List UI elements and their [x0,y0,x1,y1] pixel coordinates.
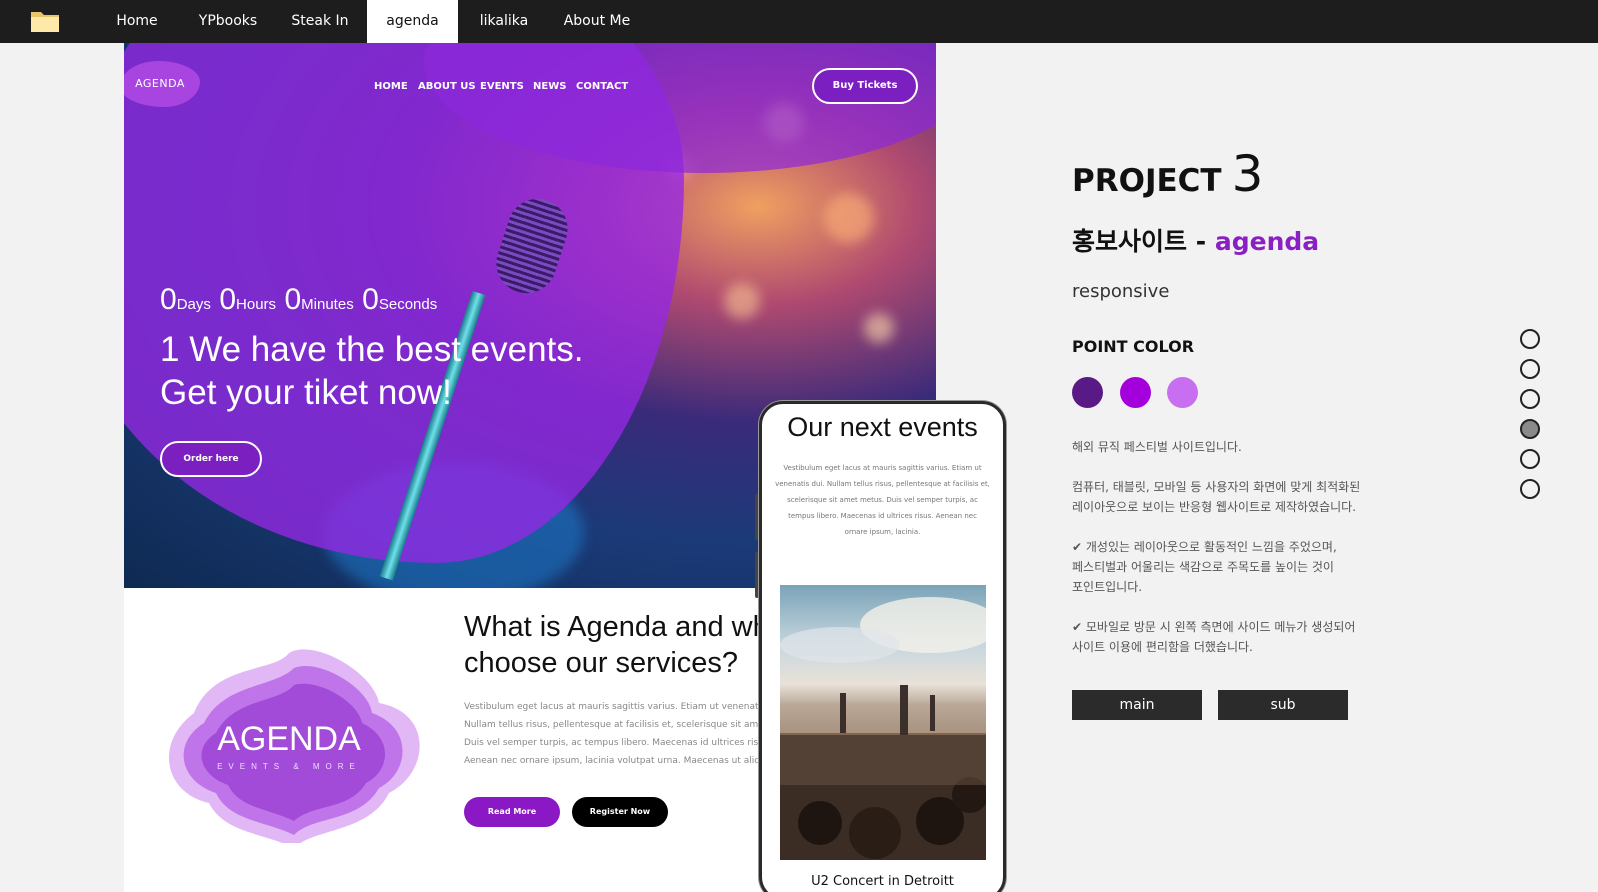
nav-agenda[interactable]: agenda [367,0,458,43]
mobile-body: Vestibulum eget lacus at mauris sagittis… [772,460,993,540]
project-type: responsive [1072,281,1170,302]
desk-menu-events[interactable]: EVENTS [480,81,524,92]
hero-headline-line-2: Get your tiket now! [160,373,452,412]
mobile-body-line: ornare ipsum, lacinia. [844,528,921,536]
countdown-seconds-value: 0 [362,283,379,316]
main-button[interactable]: main [1072,690,1202,720]
color-swatch-light-purple [1167,377,1198,408]
countdown-days-label: Days [176,296,211,313]
sub-button[interactable]: sub [1218,690,1348,720]
countdown: 0Days 0Hours 0Minutes 0Seconds [160,283,441,317]
mobile-body-line: scelerisque sit amet metus. Duis vel sem… [787,496,978,504]
about-logo-text: AGENDA [217,720,361,758]
desc-line: ✔ 모바일로 방문 시 왼쪽 측면에 사이드 메뉴가 생성되어 [1072,620,1356,634]
countdown-days-value: 0 [160,283,177,316]
desk-menu-news[interactable]: NEWS [533,81,566,92]
nav-steak-in[interactable]: Steak In [278,0,362,43]
desc-layout-point: ✔ 개성있는 레이아웃으로 활동적인 느낌을 주었으며, 페스티벌과 어울리는 … [1072,537,1402,597]
countdown-hours-value: 0 [219,283,237,316]
nav-about-me[interactable]: About Me [552,0,642,43]
desc-line: 레이아웃으로 보이는 반응형 웹사이트로 제작하였습니다. [1072,500,1357,514]
countdown-minutes-value: 0 [284,283,302,316]
mobile-body-line: tempus libero. Maecenas id ultrices risu… [788,512,977,520]
desk-menu-contact[interactable]: CONTACT [576,81,628,92]
desc-line: ✔ 개성있는 레이아웃으로 활동적인 느낌을 주었으며, [1072,540,1337,554]
desk-menu-about[interactable]: ABOUT US [418,81,476,92]
order-here-button[interactable]: Order here [160,441,262,477]
nav-ypbooks[interactable]: YPbooks [186,0,270,43]
about-body-line: Aenean nec ornare ipsum, lacinia volutpa… [464,756,764,766]
register-now-button[interactable]: Register Now [572,797,668,827]
pager-dot-6[interactable] [1520,479,1540,499]
subtitle-name: agenda [1214,227,1320,256]
pager-dot-5[interactable] [1520,449,1540,469]
buy-tickets-button[interactable]: Buy Tickets [812,68,918,104]
concert-photo-drawing [780,597,986,860]
project-number: 3 [1231,145,1264,203]
desc-responsive: 컴퓨터, 태블릿, 모바일 등 사용자의 화면에 맞게 최적화된 레이아웃으로 … [1072,477,1402,517]
pager-dot-1[interactable] [1520,329,1540,349]
about-body: Vestibulum eget lacus at mauris sagittis… [464,698,764,770]
mobile-title: Our next events [787,412,978,442]
color-swatch-dark-purple [1072,377,1103,408]
nav-likalika[interactable]: likalika [462,0,546,43]
mobile-body-line: venenatis dui. Nullam tellus risus, pell… [775,480,990,488]
project-subtitle: 홍보사이트 - agenda [1072,222,1319,258]
mobile-caption: U2 Concert in Detroitt [811,874,954,889]
desc-line: 사이트 이용에 편리함을 더했습니다. [1072,640,1253,654]
read-more-button[interactable]: Read More [464,797,560,827]
pager-dot-4[interactable] [1520,419,1540,439]
about-body-line: Duis vel semper turpis, ac tempus libero… [464,738,764,748]
hero-headline-line-1: 1 We have the best events. [160,330,584,369]
point-color-label: POINT COLOR [1072,337,1195,356]
project-word: PROJECT [1072,163,1222,199]
project-heading: PROJECT 3 [1072,145,1263,203]
desc-intro: 해외 뮤직 페스티벌 사이트입니다. [1072,440,1242,454]
about-body-line: Vestibulum eget lacus at mauris sagittis… [464,702,764,712]
desc-line: 페스티벌과 어울리는 색감으로 주목도를 높이는 것이 [1072,560,1334,574]
agenda-logo[interactable]: AGENDA [124,61,200,107]
bokeh-light [824,193,874,243]
concert-photo [780,585,986,860]
desc-line: 포인트입니다. [1072,580,1143,594]
desc-mobile-point: ✔ 모바일로 방문 시 왼쪽 측면에 사이드 메뉴가 생성되어 사이트 이용에 … [1072,617,1402,657]
subtitle-dash: - [1195,227,1207,256]
about-logo-subtext: EVENTS & MORE [217,762,361,771]
desc-line: 컴퓨터, 태블릿, 모바일 등 사용자의 화면에 맞게 최적화된 [1072,480,1361,494]
nav-home[interactable]: Home [98,0,176,43]
top-navbar: Home YPbooks Steak In agenda likalika Ab… [0,0,1598,43]
pager-dot-2[interactable] [1520,359,1540,379]
countdown-seconds-label: Seconds [378,296,438,313]
subtitle-korean: 홍보사이트 [1072,227,1188,256]
countdown-hours-label: Hours [236,296,277,313]
bokeh-light [724,283,760,319]
mobile-preview: Our next events Vestibulum eget lacus at… [759,401,1006,892]
about-body-line: Nullam tellus risus, pellentesque at fac… [464,720,764,730]
countdown-minutes-label: Minutes [301,296,354,313]
agenda-about-logo: AGENDA EVENTS & MORE [169,649,420,843]
folder-icon[interactable] [30,9,60,33]
pager-dot-3[interactable] [1520,389,1540,409]
hero-headline: 1 We have the best events. Get your tike… [160,328,584,414]
color-swatch-purple [1120,377,1151,408]
bokeh-light [864,313,894,343]
mobile-body-line: Vestibulum eget lacus at mauris sagittis… [783,464,982,472]
desk-menu-home[interactable]: HOME [374,81,408,92]
